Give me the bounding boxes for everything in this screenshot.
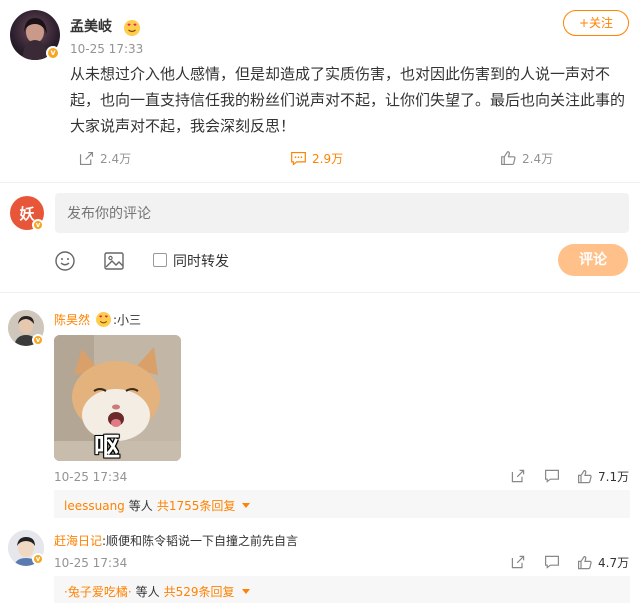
commenter-name[interactable]: 赶海日记 bbox=[54, 532, 102, 549]
reply-count[interactable]: 共529条回复 bbox=[164, 583, 235, 600]
comment-like-count: 4.7万 bbox=[598, 556, 630, 570]
share-icon bbox=[511, 469, 525, 483]
verified-badge-icon: v bbox=[32, 219, 44, 231]
share-icon bbox=[511, 555, 525, 569]
heart-eyes-emoji-icon bbox=[96, 312, 112, 327]
view-replies-link[interactable]: leessuang 等人 共1755条回复 bbox=[64, 497, 251, 514]
view-replies-link[interactable]: ·兔子爱吃橘· 等人 共529条回复 bbox=[64, 583, 250, 600]
reply-username[interactable]: leessuang bbox=[64, 499, 125, 513]
comment-icon bbox=[545, 469, 559, 483]
comment-share-button[interactable] bbox=[510, 554, 526, 574]
comment-like-button[interactable]: 7.1万 bbox=[577, 468, 629, 485]
image-caption: 呕 bbox=[94, 433, 121, 461]
reply-others-label: 等人 bbox=[135, 585, 160, 599]
verified-badge-icon: v bbox=[46, 46, 60, 60]
thumbs-up-icon bbox=[501, 151, 516, 166]
comment-action[interactable]: 2.9万 bbox=[290, 150, 343, 167]
post-author-name[interactable]: 孟美岐 bbox=[70, 16, 112, 36]
comment-header: 赶海日记 :顺便和陈令韬说一下自撞之前先自言 bbox=[54, 532, 298, 549]
comment-like-count: 7.1万 bbox=[598, 470, 630, 484]
chevron-down-icon bbox=[241, 589, 250, 594]
svg-text:妖: 妖 bbox=[19, 205, 34, 223]
post-timestamp[interactable]: 10-25 17:33 bbox=[70, 42, 143, 56]
comment-text: :小三 bbox=[113, 313, 142, 327]
comment-input[interactable] bbox=[55, 193, 629, 233]
comment-share-button[interactable] bbox=[510, 468, 526, 488]
submit-comment-button[interactable]: 评论 bbox=[558, 244, 628, 276]
comment-timestamp: 10-25 17:34 bbox=[54, 556, 128, 570]
image-icon bbox=[104, 252, 124, 270]
post-body-text: 从未想过介入他人感情，但是却造成了实质伤害，也对因此伤害到的人说一声对不起，也向… bbox=[70, 65, 626, 135]
heart-eyes-emoji-icon bbox=[124, 19, 140, 36]
comment-like-button[interactable]: 4.7万 bbox=[577, 554, 629, 571]
follow-button[interactable]: +关注 bbox=[563, 10, 629, 36]
reply-count[interactable]: 共1755条回复 bbox=[157, 497, 236, 514]
commenter-name[interactable]: 陈昊然 bbox=[54, 311, 90, 328]
verified-badge-icon: v bbox=[32, 334, 44, 346]
divider bbox=[0, 182, 640, 183]
repost-label[interactable]: 同时转发 bbox=[173, 251, 229, 271]
share-count: 2.4万 bbox=[100, 152, 132, 166]
divider bbox=[0, 292, 640, 293]
verified-badge-icon: v bbox=[32, 553, 44, 565]
thumbs-up-icon bbox=[578, 469, 592, 483]
thumbs-up-icon bbox=[578, 555, 592, 569]
repost-checkbox[interactable] bbox=[153, 253, 167, 267]
reply-username[interactable]: ·兔子爱吃橘· bbox=[64, 583, 132, 600]
comment-count: 2.9万 bbox=[312, 152, 344, 166]
comment-timestamp: 10-25 17:34 bbox=[54, 470, 128, 484]
like-action[interactable]: 2.4万 bbox=[500, 150, 553, 167]
chevron-down-icon bbox=[242, 503, 251, 508]
comment-reply-button[interactable] bbox=[544, 554, 560, 574]
share-action[interactable]: 2.4万 bbox=[78, 150, 131, 167]
emoji-button[interactable] bbox=[54, 250, 76, 272]
like-count: 2.4万 bbox=[522, 152, 554, 166]
comment-icon bbox=[545, 555, 559, 569]
smile-icon bbox=[55, 251, 75, 271]
comment-text: :顺便和陈令韬说一下自撞之前先自言 bbox=[102, 534, 299, 548]
comment-reply-button[interactable] bbox=[544, 468, 560, 488]
reply-others-label: 等人 bbox=[128, 499, 153, 513]
comment-header: 陈昊然 :小三 bbox=[54, 311, 141, 328]
image-button[interactable] bbox=[103, 250, 125, 272]
comment-image[interactable]: 呕 bbox=[54, 335, 181, 461]
share-icon bbox=[79, 151, 94, 166]
comment-icon bbox=[291, 151, 306, 166]
